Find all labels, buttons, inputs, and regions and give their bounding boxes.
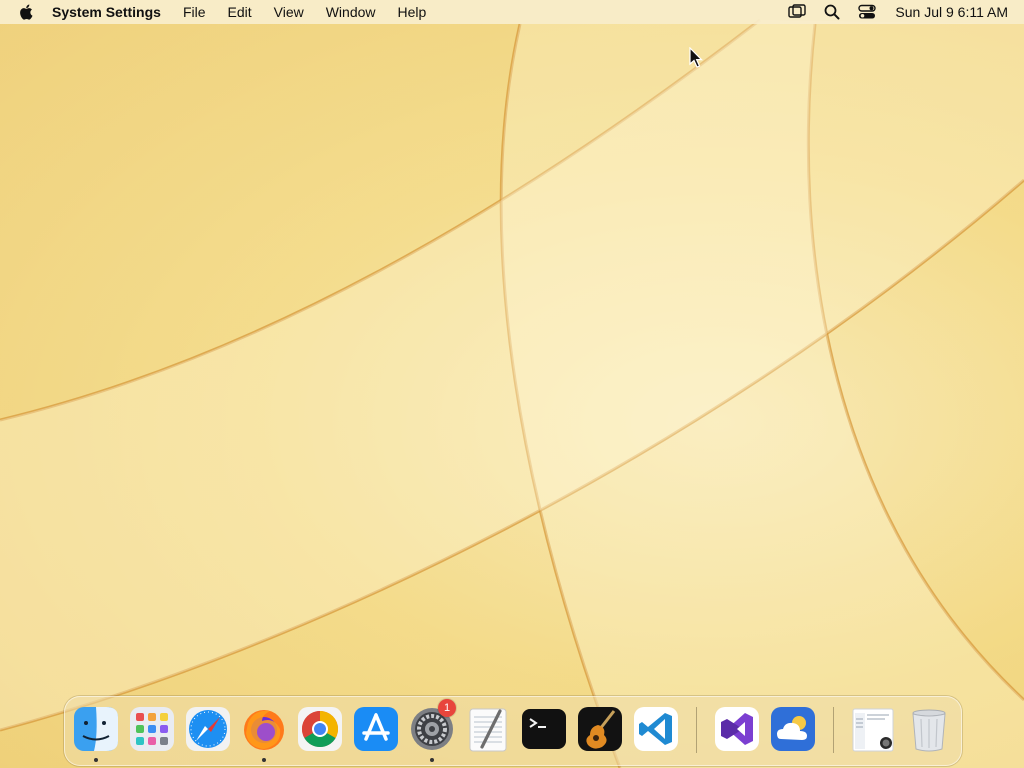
dock-system-settings[interactable]: 1 [408, 699, 456, 753]
visual-studio-icon [715, 707, 759, 751]
dock-terminal[interactable] [520, 705, 568, 753]
dock-textedit[interactable] [464, 705, 512, 753]
downloads-stack-icon [852, 708, 894, 752]
safari-icon [186, 707, 230, 751]
dock-finder[interactable] [72, 705, 120, 753]
notification-badge: 1 [438, 699, 456, 717]
menu-bar-clock[interactable]: Sun Jul 9 6:11 AM [895, 4, 1008, 20]
dock-chrome[interactable] [296, 705, 344, 753]
running-indicator [430, 758, 434, 762]
launchpad-icon [130, 707, 174, 751]
app-store-icon [354, 707, 398, 751]
vscode-icon [634, 707, 678, 751]
dock-weather[interactable] [769, 705, 817, 753]
dock-firefox[interactable] [240, 705, 288, 753]
menu-help[interactable]: Help [398, 4, 427, 20]
spotlight-search-icon[interactable] [823, 3, 841, 21]
dock-downloads-stack[interactable] [849, 705, 897, 753]
wallpaper [0, 0, 1024, 768]
trash-icon [912, 709, 946, 752]
dock-trash[interactable] [905, 705, 953, 753]
firefox-icon [244, 710, 284, 750]
menu-file[interactable]: File [183, 4, 206, 20]
control-center-icon[interactable] [858, 3, 877, 21]
dock-separator [833, 707, 834, 753]
screen-mirroring-icon[interactable] [788, 3, 807, 21]
finder-icon [74, 707, 118, 751]
menu-bar: System Settings File Edit View Window He… [0, 0, 1024, 24]
dock-safari[interactable] [184, 705, 232, 753]
dock: 1 [64, 696, 962, 766]
dock-separator [696, 707, 697, 753]
running-indicator [94, 758, 98, 762]
terminal-icon [522, 709, 566, 749]
textedit-icon [469, 708, 507, 752]
dock-visual-studio[interactable] [713, 705, 761, 753]
menu-window[interactable]: Window [326, 4, 376, 20]
dock-garageband[interactable] [576, 705, 624, 753]
desktop[interactable] [0, 0, 1024, 768]
menu-view[interactable]: View [274, 4, 304, 20]
chrome-icon [298, 707, 342, 751]
dock-launchpad[interactable] [128, 705, 176, 753]
dock-vscode[interactable] [632, 705, 680, 753]
dock-app-store[interactable] [352, 705, 400, 753]
weather-icon [771, 707, 815, 751]
apple-logo-icon[interactable] [18, 3, 36, 21]
garageband-icon [578, 707, 622, 751]
mouse-pointer-icon [689, 47, 703, 68]
running-indicator [262, 758, 266, 762]
menu-app-name[interactable]: System Settings [52, 4, 161, 20]
menu-edit[interactable]: Edit [228, 4, 252, 20]
